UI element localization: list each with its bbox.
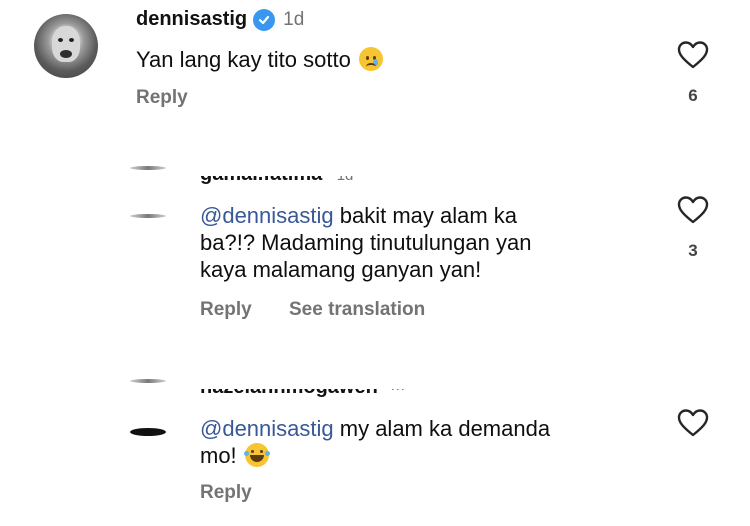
reply-button[interactable]: Reply: [136, 87, 188, 109]
reply-timestamp: ···: [390, 389, 405, 397]
reply-text-line: ba?!? Madaming tinutulungan yan: [200, 230, 532, 255]
reply-avatar-clipped[interactable]: [130, 214, 166, 218]
reply-text-line: my alam ka demanda: [333, 416, 551, 441]
reply-text: @dennisastig my alam ka demanda mo!: [200, 415, 640, 469]
reply-avatar-clipped[interactable]: [130, 379, 166, 383]
comment-header: dennisastig 1d: [136, 8, 304, 31]
avatar-mouth: [60, 50, 72, 58]
avatar-eye: [58, 38, 63, 42]
comment-text-row: Yan lang kay tito sotto: [136, 46, 383, 73]
reply-text-line: bakit may alam ka: [333, 203, 518, 228]
verified-badge-icon: [253, 8, 276, 31]
like-heart-icon[interactable]: [677, 40, 709, 70]
avatar-eye: [69, 38, 74, 42]
comment-username[interactable]: dennisastig: [136, 8, 247, 31]
reply-button[interactable]: Reply: [200, 299, 252, 321]
reply-username[interactable]: gamal.fatima: [200, 176, 322, 185]
reply-header-clipped: hazelannmogawen ···: [200, 389, 440, 401]
reply-text-line: mo!: [200, 443, 237, 468]
reply-header-clipped: gamal.fatima 1d: [200, 176, 400, 188]
see-translation-button[interactable]: See translation: [289, 299, 425, 321]
like-count[interactable]: 3: [681, 241, 705, 261]
crying-face-emoji-icon: [358, 47, 383, 71]
reply-text: @dennisastig bakit may alam ka ba?!? Mad…: [200, 202, 640, 283]
reply-timestamp: 1d: [337, 176, 354, 184]
reply-button[interactable]: Reply: [200, 482, 252, 504]
reply-avatar-clipped[interactable]: [130, 428, 166, 436]
mention-link[interactable]: @dennisastig: [200, 416, 334, 441]
avatar[interactable]: [34, 14, 98, 78]
reply-text-line: kaya malamang ganyan yan!: [200, 257, 482, 282]
like-heart-icon[interactable]: [677, 195, 709, 225]
comment-text: Yan lang kay tito sotto: [136, 47, 351, 72]
reply-avatar-clipped[interactable]: [130, 166, 166, 170]
mention-link[interactable]: @dennisastig: [200, 203, 334, 228]
tears-of-joy-emoji-icon: [243, 443, 270, 467]
reply-username[interactable]: hazelannmogawen: [200, 389, 378, 398]
comment-timestamp: 1d: [283, 8, 305, 30]
like-heart-icon[interactable]: [677, 408, 709, 438]
like-count[interactable]: 6: [681, 86, 705, 106]
